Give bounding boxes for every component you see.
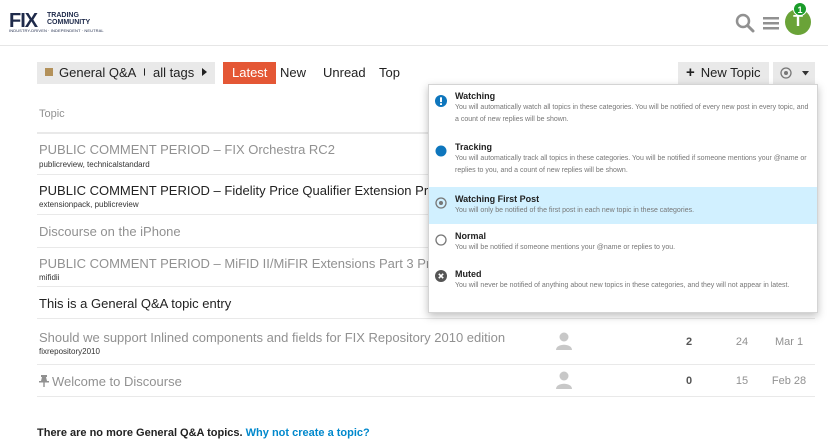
caret-down-icon — [802, 71, 809, 76]
topic-activity[interactable]: Feb 28 — [761, 375, 817, 387]
user-placeholder-icon[interactable] — [555, 370, 573, 390]
category-color-icon — [45, 68, 53, 76]
option-tracking[interactable]: Tracking You will automatically track al… — [429, 136, 817, 187]
plus-icon: + — [686, 64, 695, 81]
exclamation-circle-icon — [435, 95, 447, 107]
category-notification-menu: Watching You will automatically watch al… — [428, 84, 818, 313]
nav-new[interactable]: New — [271, 62, 315, 84]
topic-replies: 0 — [685, 375, 693, 387]
category-notifications-button[interactable] — [773, 62, 815, 84]
logo-wordmark: TRADING COMMUNITY — [47, 12, 91, 26]
topic-views: 15 — [735, 375, 749, 387]
topic-title[interactable]: Welcome to Discourse — [39, 374, 182, 389]
option-normal[interactable]: Normal You will be notified if someone m… — [429, 224, 817, 262]
topic-replies: 2 — [685, 336, 693, 348]
nav-top[interactable]: Top — [370, 62, 409, 84]
tags-label: all tags — [153, 65, 195, 80]
topic-title[interactable]: PUBLIC COMMENT PERIOD – MiFID II/MiFIR E… — [39, 256, 469, 271]
topic-title[interactable]: Should we support Inlined components and… — [39, 330, 505, 345]
caret-right-icon — [202, 68, 208, 76]
option-muted[interactable]: Muted You will never be notified of anyt… — [429, 262, 817, 312]
no-more-topics-message: There are no more General Q&A topics. Wh… — [37, 427, 370, 439]
site-header: FIX TRADING COMMUNITY INDUSTRY-DRIVEN · … — [0, 0, 828, 46]
option-watching-first-post[interactable]: Watching First Post You will only be not… — [429, 187, 817, 224]
topic-title[interactable]: PUBLIC COMMENT PERIOD – FIX Orchestra RC… — [39, 142, 335, 157]
tags-dropdown[interactable]: all tags — [145, 62, 216, 84]
logo-tagline: INDUSTRY-DRIVEN · INDEPENDENT · NEUTRAL — [9, 28, 104, 33]
topic-row[interactable]: Welcome to Discourse 0 15 Feb 28 — [37, 365, 815, 397]
category-label: General Q&A — [59, 65, 137, 80]
topic-tags[interactable]: mifidii — [39, 273, 59, 282]
muted-x-circle-icon — [435, 270, 447, 282]
topic-tags[interactable]: fixrepository2010 — [39, 347, 100, 356]
topic-title[interactable]: This is a General Q&A topic entry — [39, 296, 231, 311]
new-topic-button[interactable]: + New Topic — [678, 62, 769, 84]
dot-circle-icon — [435, 197, 447, 209]
nav-latest[interactable]: Latest — [223, 62, 277, 84]
topic-row[interactable]: Should we support Inlined components and… — [37, 319, 815, 365]
topic-title[interactable]: Discourse on the iPhone — [39, 224, 181, 239]
pin-icon — [39, 375, 49, 387]
empty-circle-icon — [435, 234, 447, 246]
search-icon[interactable] — [734, 12, 756, 34]
option-watching[interactable]: Watching You will automatically watch al… — [429, 85, 817, 136]
topic-title[interactable]: PUBLIC COMMENT PERIOD – Fidelity Price Q… — [39, 183, 466, 198]
user-placeholder-icon[interactable] — [555, 331, 573, 351]
create-topic-link[interactable]: Why not create a topic? — [246, 427, 370, 439]
hamburger-menu-icon[interactable] — [760, 12, 782, 34]
nav-unread[interactable]: Unread — [314, 62, 375, 84]
tracking-circle-icon — [435, 145, 447, 157]
topic-tags[interactable]: publicreview, technicalstandard — [39, 160, 150, 169]
fix-trading-community-logo[interactable]: FIX TRADING COMMUNITY INDUSTRY-DRIVEN · … — [9, 11, 104, 35]
topic-tags[interactable]: extensionpack, publicreview — [39, 200, 139, 209]
category-dropdown[interactable]: General Q&A — [37, 62, 158, 84]
notification-badge[interactable]: 1 — [793, 2, 807, 16]
topic-activity[interactable]: Mar 1 — [761, 336, 817, 348]
topic-views: 24 — [735, 336, 749, 348]
watching-first-post-icon — [780, 67, 792, 79]
